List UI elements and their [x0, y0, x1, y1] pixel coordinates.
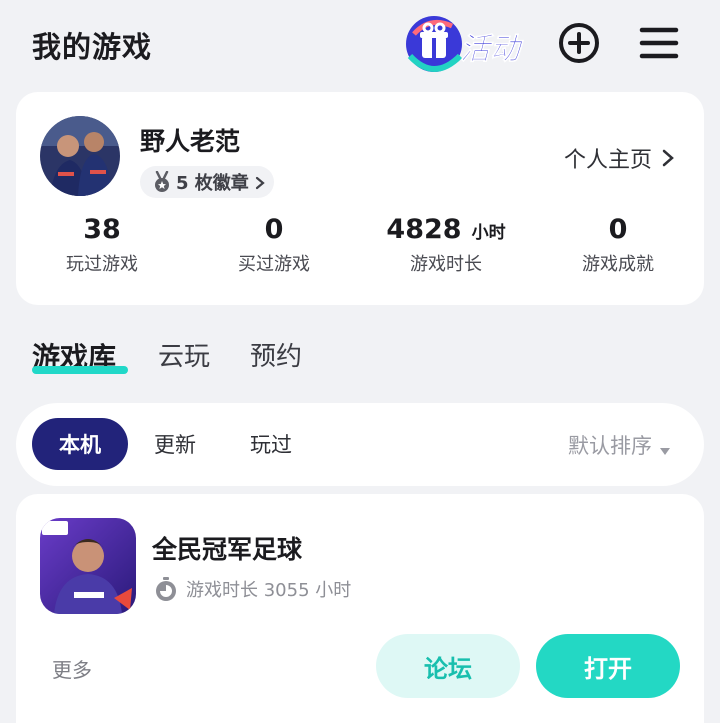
chevron-right-icon	[255, 175, 265, 190]
caret-down-icon	[660, 441, 670, 455]
add-icon[interactable]	[558, 22, 600, 64]
medal-icon	[152, 170, 172, 193]
stat-achievements[interactable]: 0 游戏成就	[532, 214, 704, 276]
stat-value: 4828	[386, 214, 462, 245]
more-button[interactable]: 更多	[52, 654, 92, 683]
stat-value: 0	[608, 214, 628, 245]
playtime-text: 游戏时长 3055 小时	[186, 580, 352, 601]
badge-count-label: 5 枚徽章	[176, 173, 249, 194]
stopwatch-icon	[154, 576, 178, 602]
stat-unit: 小时	[471, 223, 506, 243]
tab-cloud-play[interactable]: 云玩	[158, 336, 210, 373]
tab-reservations[interactable]: 预约	[250, 336, 302, 373]
top-header: 我的游戏 活动	[0, 0, 720, 90]
stat-games-played[interactable]: 38 玩过游戏	[16, 214, 188, 276]
stat-value: 38	[83, 214, 121, 245]
stat-label: 游戏时长	[410, 254, 482, 275]
active-tab-indicator	[32, 366, 128, 374]
sort-label: 默认排序	[568, 434, 652, 458]
chevron-right-icon	[662, 149, 674, 167]
stat-label: 游戏成就	[582, 254, 654, 275]
activity-label[interactable]: 活动	[460, 24, 521, 68]
sort-dropdown[interactable]: 默认排序	[568, 430, 670, 460]
filter-bar: 本机 更新 玩过 默认排序	[16, 403, 704, 486]
personal-homepage-label: 个人主页	[563, 148, 652, 173]
filter-local[interactable]: 本机	[32, 418, 128, 470]
filter-updates[interactable]: 更新	[140, 418, 210, 470]
page-title: 我的游戏	[32, 30, 153, 64]
forum-button[interactable]: 论坛	[376, 634, 520, 698]
avatar[interactable]	[40, 116, 120, 196]
stat-games-bought[interactable]: 0 买过游戏	[188, 214, 360, 276]
username: 野人老范	[140, 127, 241, 156]
stat-label: 买过游戏	[238, 254, 310, 275]
menu-icon[interactable]	[638, 22, 680, 64]
stat-play-time[interactable]: 4828 小时 游戏时长	[360, 214, 532, 276]
game-icon[interactable]	[40, 518, 136, 614]
game-card[interactable]: 全民冠军足球 游戏时长 3055 小时 更多 论坛 打开	[16, 494, 704, 723]
open-game-button[interactable]: 打开	[536, 634, 680, 698]
personal-homepage-link[interactable]: 个人主页	[564, 142, 674, 174]
stat-label: 玩过游戏	[66, 254, 138, 275]
stat-value: 0	[264, 214, 284, 245]
game-playtime: 游戏时长 3055 小时	[154, 576, 351, 602]
badges-button[interactable]: 5 枚徽章	[140, 166, 274, 198]
game-title[interactable]: 全民冠军足球	[152, 530, 302, 566]
profile-card: 野人老范 5 枚徽章 个人主页 38 玩过游戏 0 买过游戏 4828 小时 游…	[16, 92, 704, 305]
filter-played[interactable]: 玩过	[236, 418, 306, 470]
